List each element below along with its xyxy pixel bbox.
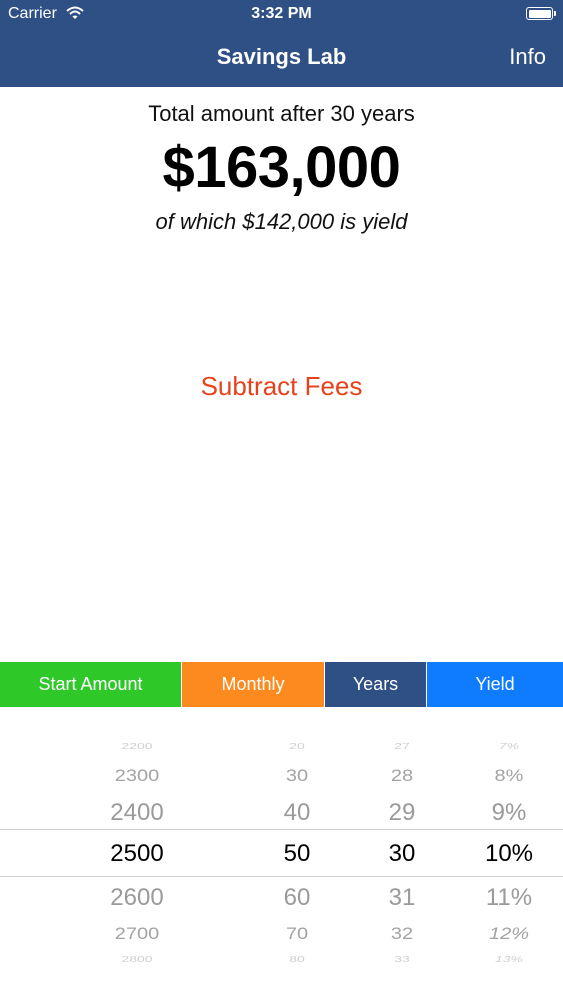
status-bar: Carrier 3:32 PM bbox=[0, 0, 563, 30]
picker-yield-value-selected[interactable]: 10% bbox=[459, 840, 559, 868]
picker-yield-value[interactable]: 7% bbox=[459, 741, 559, 752]
tab-monthly[interactable]: Monthly bbox=[181, 662, 324, 707]
picker-monthly-value[interactable]: 60 bbox=[247, 884, 347, 912]
tab-start-amount[interactable]: Start Amount bbox=[0, 662, 181, 707]
total-amount: $163,000 bbox=[162, 135, 401, 200]
picker-monthly-value-selected[interactable]: 50 bbox=[247, 840, 347, 868]
picker-yield-value[interactable]: 9% bbox=[459, 799, 559, 827]
picker-yield-value[interactable]: 13% bbox=[459, 954, 559, 965]
picker-monthly-value[interactable]: 70 bbox=[247, 924, 347, 944]
clock: 3:32 PM bbox=[251, 5, 312, 22]
picker-years-value[interactable]: 33 bbox=[352, 954, 452, 965]
yield-note: of which $142,000 is yield bbox=[155, 209, 408, 234]
picker-years-value[interactable]: 32 bbox=[352, 924, 452, 944]
picker-yield-value[interactable]: 11% bbox=[459, 884, 559, 912]
info-button[interactable]: Info bbox=[509, 44, 546, 70]
subtract-fees-button[interactable]: Subtract Fees bbox=[0, 371, 563, 402]
selection-indicator-top bbox=[0, 829, 563, 830]
picker-monthly-value[interactable]: 80 bbox=[247, 954, 347, 965]
value-picker[interactable]: 2200 2300 2400 2500 2600 2700 2800 20 30 40 50 60 70… bbox=[0, 707, 563, 1000]
picker-monthly-value[interactable]: 20 bbox=[247, 741, 347, 752]
picker-years-value-selected[interactable]: 30 bbox=[352, 840, 452, 868]
picker-years-value[interactable]: 31 bbox=[352, 884, 452, 912]
selection-indicator-bottom bbox=[0, 876, 563, 877]
battery-icon bbox=[526, 7, 556, 20]
picker-start-amount-value-selected[interactable]: 2500 bbox=[87, 840, 187, 868]
summary-label: Total amount after 30 years bbox=[148, 101, 415, 126]
picker-monthly-value[interactable]: 40 bbox=[247, 799, 347, 827]
page-title: Savings Lab bbox=[216, 44, 347, 69]
picker-years-value[interactable]: 29 bbox=[352, 799, 452, 827]
picker-start-amount-value[interactable]: 2700 bbox=[87, 924, 187, 944]
picker-years-value[interactable]: 28 bbox=[352, 766, 452, 786]
navigation-header: Carrier 3:32 PM Savings Lab Info bbox=[0, 0, 563, 87]
picker-yield-value[interactable]: 12% bbox=[459, 924, 559, 944]
picker-monthly-value[interactable]: 30 bbox=[247, 766, 347, 786]
tab-yield[interactable]: Yield bbox=[426, 662, 563, 707]
picker-start-amount-value[interactable]: 2800 bbox=[87, 954, 187, 965]
picker-years-value[interactable]: 27 bbox=[352, 741, 452, 752]
picker-yield-value[interactable]: 8% bbox=[459, 766, 559, 786]
picker-start-amount-value[interactable]: 2400 bbox=[87, 799, 187, 827]
tab-years[interactable]: Years bbox=[324, 662, 426, 707]
picker-start-amount-value[interactable]: 2600 bbox=[87, 884, 187, 912]
picker-start-amount-value[interactable]: 2300 bbox=[87, 766, 187, 786]
picker-start-amount-value[interactable]: 2200 bbox=[87, 741, 187, 752]
picker-tabs: Start Amount Monthly Years Yield bbox=[0, 662, 563, 707]
